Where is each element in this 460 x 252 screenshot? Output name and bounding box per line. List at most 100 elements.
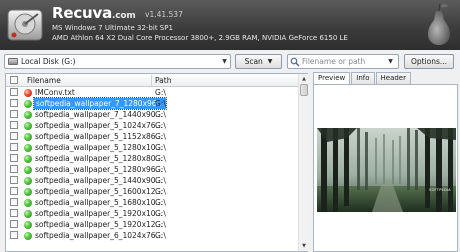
file-row[interactable]: softpedia_wallpaper_5_1024x76... G:\ xyxy=(6,120,298,131)
status-unrecoverable-icon xyxy=(24,89,32,97)
status-excellent-icon xyxy=(24,177,32,185)
file-row[interactable]: softpedia_wallpaper_5_1280x10... G:\ xyxy=(6,142,298,153)
forest-image-icon xyxy=(317,128,456,212)
scan-dropdown-icon[interactable]: ▼ xyxy=(268,58,273,65)
status-excellent-icon xyxy=(24,111,32,119)
scan-button-label: Scan xyxy=(244,57,263,66)
preview-image-caption: SOFTPEDIA xyxy=(429,188,451,192)
file-rows: IMConv.txt G:\ softpedia_wallpaper_7_1280x… xyxy=(6,87,298,241)
file-path: G:\ xyxy=(155,231,166,240)
column-separator[interactable] xyxy=(151,75,152,86)
file-row[interactable]: softpedia_wallpaper_5_1680x10... G:\ xyxy=(6,197,298,208)
status-excellent-icon xyxy=(24,210,32,218)
file-name: softpedia_wallpaper_5_1600x12... xyxy=(35,187,163,196)
file-row[interactable]: softpedia_wallpaper_5_1920x12... G:\ xyxy=(6,219,298,230)
scroll-thumb[interactable] xyxy=(300,84,308,96)
filter-dropdown-icon[interactable]: ▼ xyxy=(386,55,395,68)
file-row[interactable]: softpedia_wallpaper_5_1280x80... G:\ xyxy=(6,153,298,164)
pear-logo-icon xyxy=(428,3,450,45)
chevron-down-icon[interactable]: ▼ xyxy=(219,55,230,68)
preview-panel: Preview Info Header SOFTPEDIA xyxy=(313,72,458,252)
file-row[interactable]: softpedia_wallpaper_5_1152x86... G:\ xyxy=(6,131,298,142)
file-checkbox[interactable] xyxy=(10,187,18,195)
scroll-down-icon[interactable]: ▼ xyxy=(299,241,309,251)
app-version: v1.41.537 xyxy=(145,10,183,19)
file-checkbox[interactable] xyxy=(10,99,18,107)
tab-header[interactable]: Header xyxy=(375,72,411,84)
hard-disk-icon xyxy=(8,58,18,65)
recuva-logo-icon xyxy=(7,9,43,41)
column-filename[interactable]: Filename xyxy=(27,76,61,85)
file-checkbox[interactable] xyxy=(10,198,18,206)
status-excellent-icon xyxy=(24,133,32,141)
file-checkbox[interactable] xyxy=(10,165,18,173)
file-path: G:\ xyxy=(155,165,166,174)
filename-filter[interactable]: ▼ xyxy=(287,54,399,69)
preview-image: SOFTPEDIA xyxy=(317,128,456,212)
file-row[interactable]: softpedia_wallpaper_5_1280x96... G:\ xyxy=(6,164,298,175)
file-checkbox[interactable] xyxy=(10,220,18,228)
file-name: softpedia_wallpaper_5_1152x86... xyxy=(35,132,163,141)
file-checkbox[interactable] xyxy=(10,110,18,118)
app-domain: .com xyxy=(112,11,136,21)
file-checkbox[interactable] xyxy=(10,154,18,162)
preview-area: SOFTPEDIA xyxy=(313,84,458,252)
status-excellent-icon xyxy=(24,188,32,196)
status-excellent-icon xyxy=(24,221,32,229)
file-row[interactable]: softpedia_wallpaper_7_1280x96... G:\ xyxy=(6,97,298,110)
status-excellent-icon xyxy=(24,199,32,207)
file-path: G:\ xyxy=(155,110,166,119)
status-excellent-icon xyxy=(24,100,32,108)
file-row[interactable]: softpedia_wallpaper_6_1024x76... G:\ xyxy=(6,230,298,241)
system-info-hardware: AMD Athlon 64 X2 Dual Core Processor 380… xyxy=(52,34,348,42)
options-button[interactable]: Options... xyxy=(404,54,454,69)
tab-info[interactable]: Info xyxy=(351,72,375,84)
file-path: G:\ xyxy=(155,220,166,229)
file-name: softpedia_wallpaper_5_1280x96... xyxy=(35,165,163,174)
file-path: G:\ xyxy=(155,176,166,185)
status-excellent-icon xyxy=(24,144,32,152)
file-list: Filename Path IMConv.txt G:\ softpedia_wal… xyxy=(5,73,308,252)
file-name: softpedia_wallpaper_5_1024x76... xyxy=(35,121,163,130)
drive-select[interactable]: Local Disk (G:) ▼ xyxy=(4,54,231,69)
file-row[interactable]: softpedia_wallpaper_5_1440x90... G:\ xyxy=(6,175,298,186)
file-row[interactable]: softpedia_wallpaper_5_1920x10... G:\ xyxy=(6,208,298,219)
file-row[interactable]: IMConv.txt G:\ xyxy=(6,87,298,98)
status-excellent-icon xyxy=(24,166,32,174)
scan-button[interactable]: Scan ▼ xyxy=(235,54,282,69)
app-header: Recuva.com v1.41.537 MS Windows 7 Ultima… xyxy=(0,0,460,50)
file-list-header: Filename Path xyxy=(6,74,298,87)
file-name: softpedia_wallpaper_5_1920x10... xyxy=(35,209,163,218)
file-checkbox[interactable] xyxy=(10,121,18,129)
file-checkbox[interactable] xyxy=(10,88,18,96)
file-name: softpedia_wallpaper_5_1280x10... xyxy=(35,143,163,152)
file-path: G:\ xyxy=(155,99,166,108)
file-path: G:\ xyxy=(155,209,166,218)
file-row[interactable]: softpedia_wallpaper_5_1600x12... G:\ xyxy=(6,186,298,197)
select-all-checkbox[interactable] xyxy=(10,76,18,84)
file-checkbox[interactable] xyxy=(10,231,18,239)
status-excellent-icon xyxy=(24,122,32,130)
file-checkbox[interactable] xyxy=(10,176,18,184)
app-title: Recuva xyxy=(52,4,112,22)
filename-filter-input[interactable] xyxy=(302,57,386,66)
file-checkbox[interactable] xyxy=(10,132,18,140)
scroll-up-icon[interactable]: ▲ xyxy=(299,74,309,84)
file-path: G:\ xyxy=(155,154,166,163)
file-path: G:\ xyxy=(155,198,166,207)
file-name: softpedia_wallpaper_6_1024x76... xyxy=(35,231,163,240)
column-path[interactable]: Path xyxy=(155,76,171,85)
search-icon xyxy=(290,57,300,66)
toolbar: Local Disk (G:) ▼ Scan ▼ ▼ Options... xyxy=(0,50,460,72)
file-path: G:\ xyxy=(155,121,166,130)
file-name: IMConv.txt xyxy=(35,88,75,97)
file-checkbox[interactable] xyxy=(10,209,18,217)
status-excellent-icon xyxy=(24,232,32,240)
file-path: G:\ xyxy=(155,187,166,196)
file-name: softpedia_wallpaper_7_1440x90... xyxy=(35,110,163,119)
file-row[interactable]: softpedia_wallpaper_7_1440x90... G:\ xyxy=(6,109,298,120)
file-name: softpedia_wallpaper_5_1680x10... xyxy=(35,198,163,207)
file-path: G:\ xyxy=(155,143,166,152)
file-list-scrollbar[interactable]: ▲ ▼ xyxy=(298,74,308,251)
file-checkbox[interactable] xyxy=(10,143,18,151)
